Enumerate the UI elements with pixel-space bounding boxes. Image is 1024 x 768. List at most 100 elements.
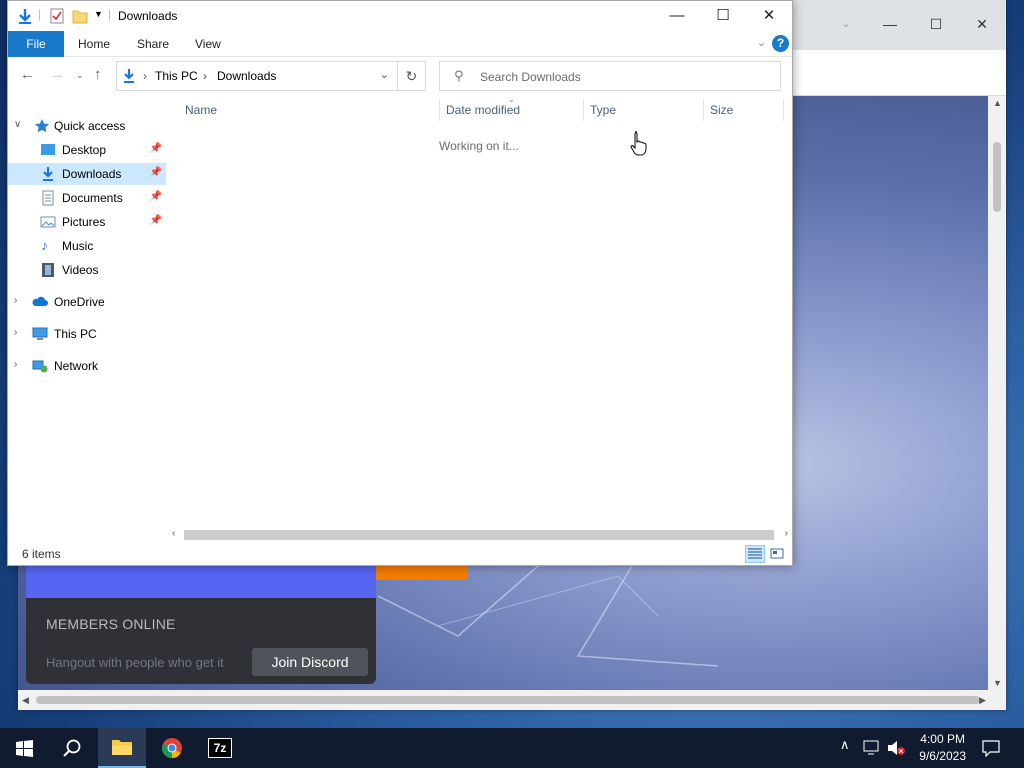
column-separator[interactable] [439, 99, 440, 121]
join-discord-button[interactable]: Join Discord [252, 648, 368, 676]
tab-search-icon[interactable]: ⌄ [834, 14, 858, 34]
collapse-chevron-icon[interactable]: ∨ [14, 119, 21, 130]
nav-label: This PC [54, 327, 97, 341]
start-button[interactable] [0, 728, 48, 768]
tab-file[interactable]: File [8, 31, 64, 57]
volume-muted-icon[interactable] [886, 740, 906, 756]
taskbar: 7z ∧ 4:00 PM 9/6/2023 [0, 728, 1024, 768]
browser-maximize-button[interactable]: ☐ [924, 14, 948, 34]
nav-videos[interactable]: Videos [8, 259, 166, 281]
up-arrow-icon[interactable]: ↑ [94, 66, 102, 83]
expand-chevron-icon[interactable]: › [14, 359, 17, 370]
browser-close-button[interactable]: ✕ [970, 14, 994, 34]
nav-onedrive[interactable]: › OneDrive [8, 291, 166, 313]
nav-label: Desktop [62, 143, 107, 157]
details-view-icon [748, 548, 762, 559]
vertical-scroll-thumb[interactable] [993, 142, 1001, 212]
pin-icon[interactable]: 📌 [150, 215, 162, 226]
breadcrumb-separator-icon: › [203, 69, 207, 83]
tab-share[interactable]: Share [137, 31, 169, 57]
scroll-left-arrow-icon[interactable]: ◀ [22, 695, 29, 706]
forward-arrow-icon[interactable]: → [50, 66, 65, 83]
pin-icon[interactable]: 📌 [150, 191, 162, 202]
minimize-button[interactable]: — [654, 5, 700, 27]
file-list-horizontal-scrollbar[interactable]: ‹ › [168, 525, 792, 543]
system-clock[interactable]: 4:00 PM 9/6/2023 [919, 731, 966, 765]
scroll-right-chevron-icon[interactable]: › [785, 528, 788, 539]
expand-ribbon-chevron-icon[interactable]: ⌄ [757, 36, 766, 49]
title-separator: | [108, 7, 112, 21]
tab-view[interactable]: View [195, 31, 221, 57]
onedrive-cloud-icon [32, 296, 48, 306]
scroll-up-arrow-icon[interactable]: ▲ [993, 98, 1002, 108]
nav-label: Quick access [54, 119, 126, 133]
browser-horizontal-scrollbar[interactable]: ◀ ▶ [18, 690, 1006, 710]
address-dropdown-icon[interactable]: ⌄ [380, 68, 389, 81]
pin-icon[interactable]: 📌 [150, 143, 162, 154]
network-status-icon[interactable] [863, 740, 881, 756]
expand-chevron-icon[interactable]: › [14, 327, 17, 338]
address-row: ← → ⌄ ↑ › This PC › Downloads ⌄ ↻ ⚲ Sear… [8, 57, 792, 95]
nav-label: Downloads [62, 167, 122, 181]
browser-minimize-button[interactable]: — [878, 14, 902, 34]
search-icon: ⚲ [454, 68, 464, 83]
loading-status: Working on it... [439, 139, 519, 153]
breadcrumb-this-pc[interactable]: This PC [155, 69, 198, 83]
nav-label: Music [62, 239, 94, 253]
scroll-right-arrow-icon[interactable]: ▶ [979, 695, 986, 706]
nav-downloads[interactable]: Downloads 📌 [8, 163, 166, 185]
hand-cursor-icon [630, 131, 647, 156]
search-button[interactable] [48, 728, 96, 768]
qat-dropdown-icon[interactable]: ▼ [94, 9, 103, 19]
refresh-icon[interactable]: ↻ [397, 62, 425, 90]
notification-center-icon[interactable] [982, 739, 1000, 757]
file-list-pane[interactable]: Name ⌄ Date modified Type Size Working o… [168, 95, 792, 543]
horizontal-scroll-thumb[interactable] [184, 530, 774, 540]
nav-network[interactable]: › Network [8, 355, 166, 377]
nav-pictures[interactable]: Pictures 📌 [8, 211, 166, 233]
downloads-arrow-icon [19, 9, 31, 24]
expand-chevron-icon[interactable]: › [14, 295, 17, 306]
column-separator[interactable] [783, 99, 784, 121]
nav-documents[interactable]: Documents 📌 [8, 187, 166, 209]
scroll-down-arrow-icon[interactable]: ▼ [993, 678, 1002, 688]
nav-desktop[interactable]: Desktop 📌 [8, 139, 166, 161]
column-header-size[interactable]: Size [710, 103, 733, 117]
nav-label: Network [54, 359, 99, 373]
help-icon[interactable]: ? [772, 35, 789, 52]
nav-quick-access[interactable]: ∨ Quick access [8, 115, 166, 137]
file-explorer-window[interactable]: | ▼ | Downloads — ☐ ✕ File Home Share Vi… [7, 0, 793, 566]
column-separator[interactable] [583, 99, 584, 121]
nav-music[interactable]: ♪ Music [8, 235, 166, 257]
large-icons-view-button[interactable] [767, 545, 787, 563]
recent-locations-chevron-icon[interactable]: ⌄ [76, 70, 84, 81]
tab-home[interactable]: Home [78, 31, 110, 57]
pin-icon[interactable]: 📌 [150, 167, 162, 178]
nav-this-pc[interactable]: › This PC [8, 323, 166, 345]
explorer-titlebar[interactable]: | ▼ | Downloads — ☐ ✕ [8, 1, 792, 31]
close-button[interactable]: ✕ [746, 5, 792, 27]
star-icon [35, 119, 49, 133]
details-view-button[interactable] [745, 545, 765, 563]
column-separator[interactable] [703, 99, 704, 121]
column-header-name[interactable]: Name [185, 103, 217, 117]
horizontal-scroll-thumb[interactable] [36, 696, 980, 704]
taskbar-chrome[interactable] [148, 728, 196, 768]
show-hidden-icons-chevron-icon[interactable]: ∧ [840, 737, 850, 753]
column-header-type[interactable]: Type [590, 103, 616, 117]
search-box[interactable]: ⚲ Search Downloads [439, 61, 781, 91]
breadcrumb-downloads[interactable]: Downloads [217, 69, 276, 83]
scroll-left-chevron-icon[interactable]: ‹ [172, 528, 175, 539]
browser-vertical-scrollbar[interactable]: ▲ ▼ [988, 96, 1006, 690]
new-folder-icon[interactable] [72, 8, 88, 24]
taskbar-file-explorer[interactable] [98, 728, 146, 768]
nav-label: Documents [62, 191, 123, 205]
taskbar-7zip[interactable]: 7z [196, 728, 244, 768]
properties-icon[interactable] [50, 8, 64, 24]
maximize-button[interactable]: ☐ [700, 5, 746, 27]
address-bar[interactable]: › This PC › Downloads ⌄ ↻ [116, 61, 426, 91]
back-arrow-icon[interactable]: ← [20, 66, 35, 83]
column-header-date-modified[interactable]: Date modified [446, 103, 520, 117]
nav-label: Pictures [62, 215, 106, 229]
computer-icon [32, 327, 48, 340]
